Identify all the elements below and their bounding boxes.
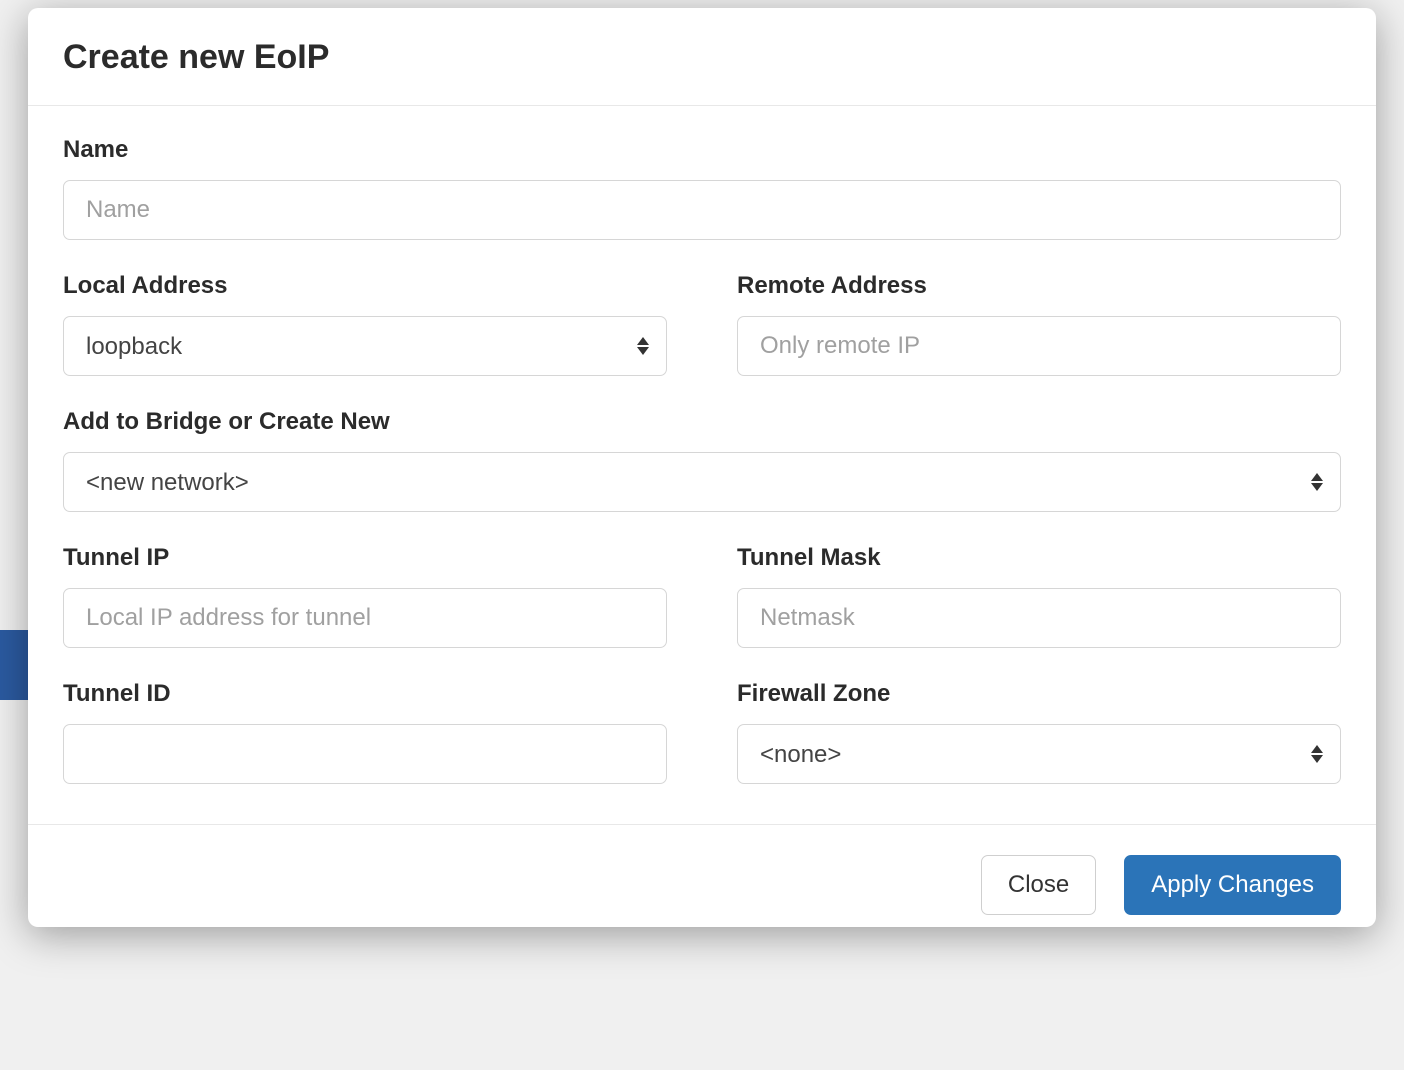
tunnel-mask-input[interactable] <box>737 588 1341 648</box>
tunnel-id-group: Tunnel ID <box>63 680 667 784</box>
firewall-zone-select[interactable]: <none> <box>737 724 1341 784</box>
firewall-zone-group: Firewall Zone <none> <box>737 680 1341 784</box>
bridge-group: Add to Bridge or Create New <new network… <box>63 408 1341 512</box>
local-address-group: Local Address loopback <box>63 272 667 376</box>
local-address-label: Local Address <box>63 272 667 300</box>
local-address-select-wrap: loopback <box>63 316 667 376</box>
tunnel-mask-label: Tunnel Mask <box>737 544 1341 572</box>
remote-address-label: Remote Address <box>737 272 1341 300</box>
tunnel-ip-input[interactable] <box>63 588 667 648</box>
firewall-zone-select-wrap: <none> <box>737 724 1341 784</box>
tunnel-mask-group: Tunnel Mask <box>737 544 1341 648</box>
create-eoip-modal: Create new EoIP Name Local Address loopb… <box>28 8 1376 927</box>
tunnel-id-label: Tunnel ID <box>63 680 667 708</box>
close-button[interactable]: Close <box>981 855 1096 915</box>
modal-body: Name Local Address loopback Remote Addre… <box>28 106 1376 824</box>
remote-address-group: Remote Address <box>737 272 1341 376</box>
modal-header: Create new EoIP <box>28 8 1376 106</box>
apply-changes-button[interactable]: Apply Changes <box>1124 855 1341 915</box>
bridge-select[interactable]: <new network> <box>63 452 1341 512</box>
modal-footer: Close Apply Changes <box>28 824 1376 927</box>
name-group: Name <box>63 136 1341 240</box>
modal-title: Create new EoIP <box>63 38 1341 77</box>
bridge-select-wrap: <new network> <box>63 452 1341 512</box>
name-label: Name <box>63 136 1341 164</box>
local-address-select[interactable]: loopback <box>63 316 667 376</box>
name-input[interactable] <box>63 180 1341 240</box>
background-accent <box>0 630 30 700</box>
remote-address-input[interactable] <box>737 316 1341 376</box>
tunnel-ip-group: Tunnel IP <box>63 544 667 648</box>
bridge-label: Add to Bridge or Create New <box>63 408 1341 436</box>
tunnel-ip-label: Tunnel IP <box>63 544 667 572</box>
tunnel-id-input[interactable] <box>63 724 667 784</box>
firewall-zone-label: Firewall Zone <box>737 680 1341 708</box>
